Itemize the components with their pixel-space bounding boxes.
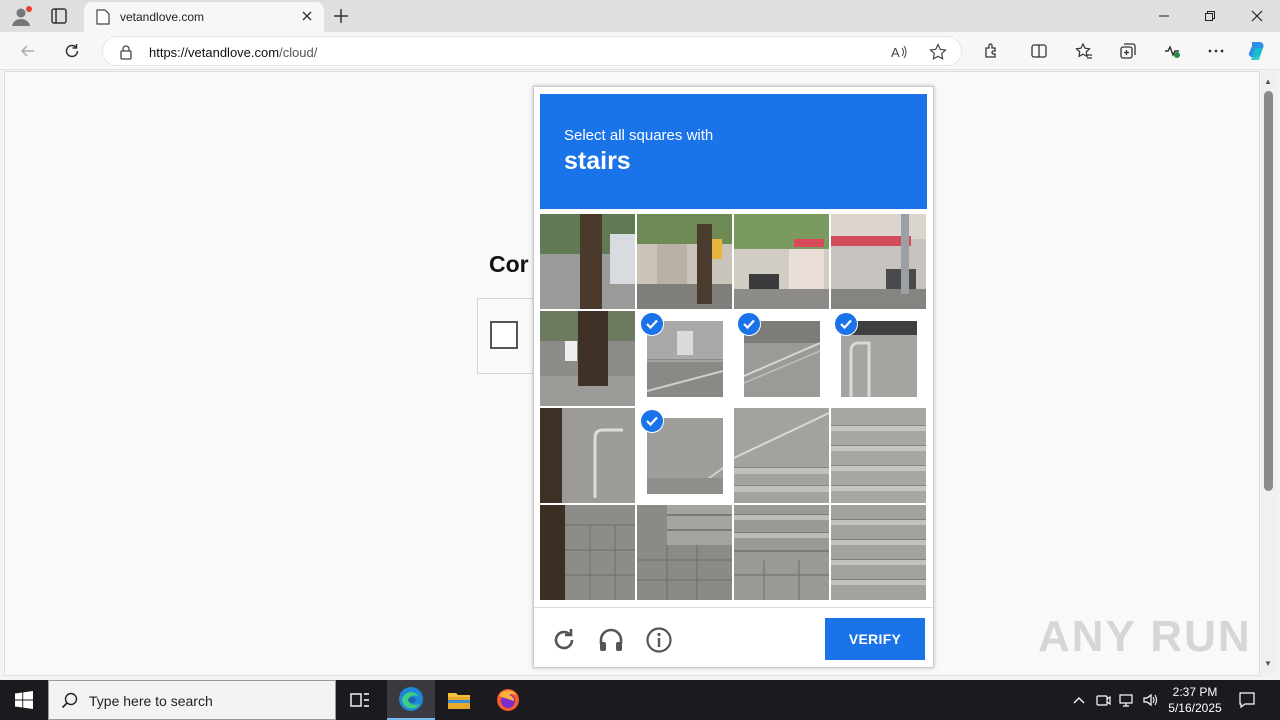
- clock-date: 5/16/2025: [1168, 701, 1222, 715]
- verify-human-checkbox[interactable]: [490, 321, 518, 349]
- verify-button[interactable]: VERIFY: [825, 618, 925, 660]
- captcha-tile-15[interactable]: [734, 505, 829, 600]
- show-hidden-icons[interactable]: [1070, 691, 1088, 709]
- scroll-up-icon[interactable]: ▲: [1264, 77, 1272, 86]
- system-clock[interactable]: 2:37 PM 5/16/2025: [1160, 684, 1230, 716]
- check-icon: [737, 312, 761, 336]
- captcha-tile-8[interactable]: [831, 311, 926, 406]
- taskbar: Type here to search 2:37 PM 5/16/2025: [0, 680, 1280, 720]
- check-icon: [834, 312, 858, 336]
- copilot-icon[interactable]: [1246, 40, 1268, 62]
- more-options-icon[interactable]: [1205, 40, 1227, 62]
- collections-icon[interactable]: [1117, 40, 1139, 62]
- lock-icon[interactable]: [119, 44, 133, 65]
- tab-actions-icon[interactable]: [48, 6, 70, 26]
- captcha-tile-3[interactable]: [734, 214, 829, 309]
- captcha-tile-11[interactable]: [734, 408, 829, 503]
- captcha-tile-16[interactable]: [831, 505, 926, 600]
- page-scrollbar[interactable]: ▲ ▼: [1261, 71, 1277, 674]
- captcha-tile-1[interactable]: [540, 214, 635, 309]
- search-placeholder: Type here to search: [89, 693, 213, 709]
- captcha-instruction: Select all squares with: [564, 127, 714, 144]
- close-window-icon[interactable]: [1234, 4, 1280, 28]
- info-icon[interactable]: [645, 626, 673, 654]
- back-icon[interactable]: [17, 40, 39, 62]
- captcha-tile-14[interactable]: [637, 505, 732, 600]
- svg-text:A: A: [891, 45, 900, 60]
- captcha-tile-9[interactable]: [540, 408, 635, 503]
- captcha-tile-6[interactable]: [637, 311, 732, 406]
- captcha-grid: [540, 214, 927, 601]
- firefox-icon[interactable]: [484, 680, 532, 720]
- refresh-icon[interactable]: [61, 40, 83, 62]
- captcha-tile-13[interactable]: [540, 505, 635, 600]
- address-bar: https://vetandlove.com/cloud/ A: [0, 32, 1280, 70]
- edge-taskbar-icon[interactable]: [387, 680, 435, 720]
- search-icon: [61, 692, 79, 715]
- captcha-footer: VERIFY: [534, 607, 933, 667]
- check-icon: [640, 409, 664, 433]
- captcha-tile-4[interactable]: [831, 214, 926, 309]
- captcha-tile-7[interactable]: [734, 311, 829, 406]
- volume-icon[interactable]: [1141, 691, 1159, 709]
- file-explorer-icon[interactable]: [435, 680, 483, 720]
- read-aloud-icon[interactable]: A: [889, 42, 909, 62]
- task-view-icon[interactable]: [336, 680, 384, 720]
- page-heading: Cor: [489, 251, 529, 277]
- captcha-tile-12[interactable]: [831, 408, 926, 503]
- minimize-icon[interactable]: [1141, 4, 1187, 28]
- scrollbar-thumb[interactable]: [1264, 91, 1273, 491]
- browser-tab[interactable]: vetandlove.com: [84, 2, 324, 32]
- new-tab-icon[interactable]: [330, 6, 352, 26]
- notifications-icon[interactable]: [1238, 691, 1256, 709]
- favorites-icon[interactable]: [1073, 40, 1095, 62]
- captcha-tile-10[interactable]: [637, 408, 732, 503]
- restore-icon[interactable]: [1187, 4, 1233, 28]
- browser-essentials-icon[interactable]: [1161, 40, 1183, 62]
- captcha-object: stairs: [564, 147, 631, 175]
- audio-challenge-icon[interactable]: [597, 626, 625, 654]
- taskbar-search-box[interactable]: Type here to search: [48, 680, 336, 720]
- scroll-down-icon[interactable]: ▼: [1264, 659, 1272, 668]
- windows-start-icon[interactable]: [0, 680, 48, 720]
- tab-bar: vetandlove.com: [0, 0, 1280, 32]
- profile-avatar-icon[interactable]: [10, 5, 32, 27]
- tab-title: vetandlove.com: [120, 10, 205, 24]
- check-icon: [640, 312, 664, 336]
- captcha-tile-5[interactable]: [540, 311, 635, 406]
- favorite-star-icon[interactable]: [928, 42, 948, 62]
- split-screen-icon[interactable]: [1028, 40, 1050, 62]
- captcha-header: Select all squares with stairs: [540, 94, 927, 209]
- url-field[interactable]: https://vetandlove.com/cloud/ A: [102, 36, 962, 66]
- captcha-tile-2[interactable]: [637, 214, 732, 309]
- url-text: https://vetandlove.com/cloud/: [149, 45, 318, 60]
- close-tab-icon[interactable]: [300, 9, 314, 28]
- meet-now-icon[interactable]: [1094, 691, 1112, 709]
- captcha-challenge: Select all squares with stairs VERIFY: [533, 86, 934, 668]
- anyrun-watermark: ANY RUN: [1038, 612, 1252, 661]
- page-icon: [96, 9, 110, 30]
- extensions-icon[interactable]: [980, 40, 1002, 62]
- reload-icon[interactable]: [550, 626, 578, 654]
- clock-time: 2:37 PM: [1172, 685, 1218, 699]
- network-icon[interactable]: [1117, 691, 1135, 709]
